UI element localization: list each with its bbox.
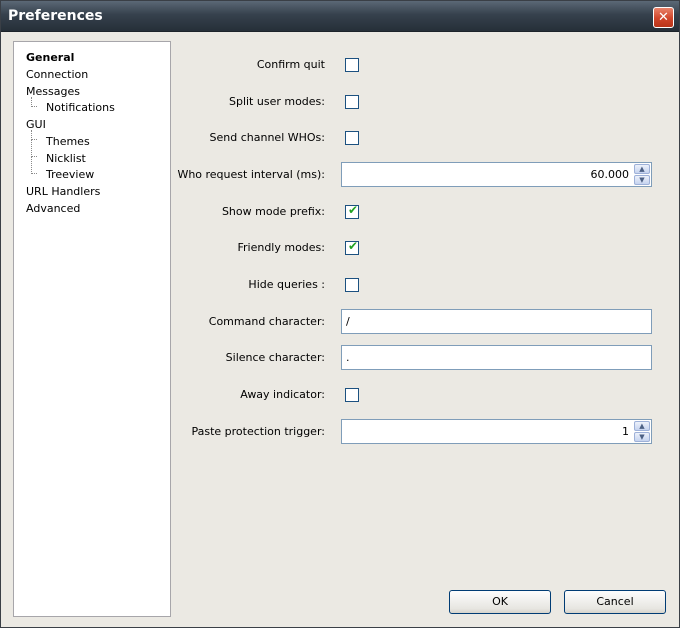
- split-user-modes-label: Split user modes:: [228, 95, 325, 108]
- friendly-modes-label: Friendly modes:: [237, 241, 325, 254]
- friendly-modes-checkbox[interactable]: ✔: [345, 239, 359, 255]
- sidebar-item-url-handlers[interactable]: URL Handlers: [26, 185, 100, 198]
- who-request-interval-spinbox[interactable]: 60.000 ▲ ▼: [341, 162, 652, 187]
- sidebar-item-treeview[interactable]: Treeview: [46, 168, 94, 181]
- silence-character-label: Silence character:: [225, 351, 325, 364]
- ok-button[interactable]: OK: [449, 590, 551, 614]
- hide-queries-checkbox[interactable]: [345, 278, 359, 292]
- silence-character-input[interactable]: .: [341, 345, 652, 370]
- send-channel-whos-checkbox[interactable]: [345, 131, 359, 145]
- close-icon: ✕: [658, 10, 669, 25]
- who-request-interval-value: 60.000: [590, 168, 630, 181]
- sidebar-item-general[interactable]: General: [26, 51, 74, 64]
- checkmark-icon: ✔: [348, 203, 359, 217]
- spin-up-icon[interactable]: ▲: [634, 164, 650, 174]
- who-request-interval-label: Who request interval (ms):: [177, 168, 325, 181]
- tree-connector: [31, 97, 37, 107]
- paste-protection-trigger-value: 1: [622, 425, 629, 438]
- silence-character-value: .: [346, 351, 350, 364]
- away-indicator-checkbox[interactable]: [345, 388, 359, 402]
- sidebar-item-advanced[interactable]: Advanced: [26, 202, 80, 215]
- spin-buttons: ▲ ▼: [634, 164, 650, 185]
- window-title: Preferences: [8, 8, 103, 24]
- tree-connector: [31, 130, 37, 140]
- confirm-quit-checkbox[interactable]: [345, 58, 359, 72]
- sidebar-item-themes[interactable]: Themes: [46, 135, 90, 148]
- away-indicator-label: Away indicator:: [240, 388, 325, 401]
- paste-protection-trigger-label: Paste protection trigger:: [191, 425, 325, 438]
- spin-down-icon[interactable]: ▼: [634, 432, 650, 442]
- sidebar-item-nicklist[interactable]: Nicklist: [46, 152, 86, 165]
- title-bar[interactable]: Preferences ✕: [1, 1, 679, 32]
- spin-up-icon[interactable]: ▲: [634, 421, 650, 431]
- close-button[interactable]: ✕: [653, 7, 674, 28]
- checkmark-icon: ✔: [348, 239, 359, 253]
- sidebar-item-connection[interactable]: Connection: [26, 68, 88, 81]
- cancel-button[interactable]: Cancel: [564, 590, 666, 614]
- command-character-input[interactable]: /: [341, 309, 652, 334]
- paste-protection-trigger-spinbox[interactable]: 1 ▲ ▼: [341, 419, 652, 444]
- command-character-label: Command character:: [208, 315, 325, 328]
- sidebar-item-notifications[interactable]: Notifications: [46, 101, 115, 114]
- split-user-modes-checkbox[interactable]: [345, 95, 359, 109]
- spin-buttons: ▲ ▼: [634, 421, 650, 442]
- send-channel-whos-label: Send channel WHOs:: [209, 131, 325, 144]
- command-character-value: /: [346, 315, 350, 328]
- tree-connector: [31, 157, 37, 174]
- confirm-quit-label: Confirm quit: [256, 58, 325, 71]
- show-mode-prefix-label: Show mode prefix:: [221, 205, 325, 218]
- tree-connector: [31, 140, 37, 157]
- preferences-window: Preferences ✕ General Connection Message…: [0, 0, 680, 628]
- show-mode-prefix-checkbox[interactable]: ✔: [345, 203, 359, 219]
- hide-queries-label: Hide queries :: [248, 278, 325, 291]
- category-tree: General Connection Messages Notification…: [13, 41, 171, 617]
- spin-down-icon[interactable]: ▼: [634, 175, 650, 185]
